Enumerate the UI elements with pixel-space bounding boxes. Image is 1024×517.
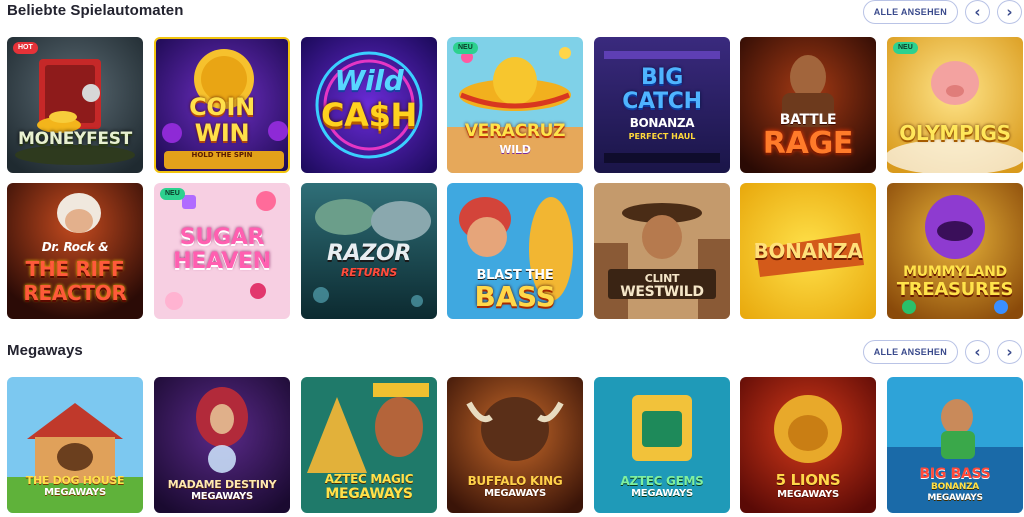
game-title-line1: MUMMYLAND <box>903 264 1007 280</box>
chevron-right-icon[interactable]: › <box>997 0 1022 24</box>
game-title-line1: BATTLE <box>779 112 837 128</box>
game-title-line3: BONANZA <box>629 116 695 130</box>
game-title-line2: TREASURES <box>896 279 1014 300</box>
game-title-line2: WESTWILD <box>620 284 704 300</box>
section-header-popular-slots: Beliebte Spielautomaten ALLE ANSEHEN ‹ › <box>0 0 1024 28</box>
game-title-line1: Dr. Rock & <box>41 240 109 254</box>
game-title-line2: WILD <box>499 143 531 156</box>
game-title: MONEYFEST <box>18 129 132 149</box>
game-title: OLYMPIGS <box>899 121 1011 145</box>
new-badge: NEU <box>893 42 918 54</box>
game-title-line2: MEGAWAYS <box>44 487 106 498</box>
game-title-line2: CATCH <box>622 89 702 114</box>
game-title-line1: Wild <box>334 64 404 97</box>
game-title-line1: RAZOR <box>326 241 412 266</box>
game-title-line1: CLINT <box>644 272 680 285</box>
game-tile-madame-destiny-megaways[interactable]: MADAME DESTINY MEGAWAYS <box>154 377 290 513</box>
new-badge: NEU <box>453 42 478 54</box>
game-title-line2: WIN <box>194 119 250 147</box>
game-tile-veracruz-wild[interactable]: VERACRUZ WILD NEU <box>447 37 583 173</box>
game-tile-wild-cash[interactable]: Wild CA$H <box>301 37 437 173</box>
game-subtitle: PERFECT HAUL <box>628 132 696 141</box>
game-tile-mummyland-treasures[interactable]: MUMMYLAND TREASURES <box>887 183 1023 319</box>
game-tile-buffalo-king-megaways[interactable]: BUFFALO KING MEGAWAYS <box>447 377 583 513</box>
game-tile-blast-the-bass[interactable]: BLAST THE BASS <box>447 183 583 319</box>
new-badge: NEU <box>160 188 185 200</box>
game-title-line1: COIN <box>189 93 255 121</box>
chevron-left-icon[interactable]: ‹ <box>965 0 990 24</box>
hot-badge: HOT <box>13 42 38 54</box>
game-title-line1: MADAME DESTINY <box>167 478 277 491</box>
game-tile-5-lions-megaways[interactable]: 5 LIONS MEGAWAYS <box>740 377 876 513</box>
game-title-line2: MEGAWAYS <box>191 491 253 502</box>
game-title-line3: MEGAWAYS <box>927 493 983 503</box>
game-title-line2: BONANZA <box>931 482 979 492</box>
game-title-line3: REACTOR <box>23 281 127 305</box>
game-title-line1: THE DOG HOUSE <box>25 474 125 487</box>
game-tile-coin-win[interactable]: COIN WIN HOLD THE SPIN <box>154 37 290 173</box>
game-tile-the-dog-house-megaways[interactable]: THE DOG HOUSE MEGAWAYS <box>7 377 143 513</box>
game-title-line2: THE RIFF <box>25 257 125 281</box>
game-title-line1: BUFFALO KING <box>467 474 563 488</box>
game-tile-moneyfest[interactable]: MONEYFEST HOT <box>7 37 143 173</box>
chevron-right-icon[interactable]: › <box>997 340 1022 364</box>
game-tile-big-catch-bonanza[interactable]: BIG CATCH BONANZA PERFECT HAUL <box>594 37 730 173</box>
game-title-line1: SUGAR <box>179 225 265 250</box>
game-subtitle: HOLD THE SPIN <box>191 151 253 159</box>
view-all-button[interactable]: ALLE ANSEHEN <box>862 340 958 364</box>
game-title-line2: MEGAWAYS <box>631 488 693 499</box>
game-tile-razor-returns[interactable]: RAZOR RETURNS <box>301 183 437 319</box>
game-tile-sugar-heaven[interactable]: SUGAR HEAVEN NEU <box>154 183 290 319</box>
game-title-line1: 5 LIONS <box>775 471 841 489</box>
game-title-line2: CA$H <box>320 96 418 134</box>
game-tile-aztec-gems-megaways[interactable]: AZTEC GEMS MEGAWAYS <box>594 377 730 513</box>
moneyfest-artwork <box>7 37 143 173</box>
game-title-line1: BIG BASS <box>919 466 991 482</box>
game-title-line2: BASS <box>474 280 556 313</box>
game-title-line2: MEGAWAYS <box>325 486 413 502</box>
game-tile-bonanza[interactable]: BONANZA <box>740 183 876 319</box>
game-title-line1: AZTEC MAGIC <box>324 472 414 486</box>
game-tile-olympigs[interactable]: OLYMPIGS NEU <box>887 37 1023 173</box>
game-title-line2: RAGE <box>762 126 854 161</box>
game-title: BONANZA <box>753 239 863 263</box>
game-title-line2: RETURNS <box>341 266 397 279</box>
game-title-line2: MEGAWAYS <box>777 489 839 500</box>
olympigs-artwork <box>887 37 1023 173</box>
game-title-line2: HEAVEN <box>173 249 271 274</box>
game-tile-big-bass-bonanza-megaways[interactable]: BIG BASS BONANZA MEGAWAYS <box>887 377 1023 513</box>
game-tile-battle-rage[interactable]: BATTLE RAGE <box>740 37 876 173</box>
section-header-megaways: Megaways ALLE ANSEHEN ‹ › <box>0 340 1024 368</box>
game-title-line1: BIG <box>640 65 684 90</box>
game-title-line1: VERACRUZ <box>464 121 566 141</box>
section-title: Megaways <box>7 342 83 359</box>
view-all-button[interactable]: ALLE ANSEHEN <box>862 0 958 24</box>
game-tile-clint-westwild[interactable]: CLINT WESTWILD <box>594 183 730 319</box>
game-title-line2: MEGAWAYS <box>484 488 546 499</box>
chevron-left-icon[interactable]: ‹ <box>965 340 990 364</box>
game-tile-aztec-magic-megaways[interactable]: AZTEC MAGIC MEGAWAYS <box>301 377 437 513</box>
section-title: Beliebte Spielautomaten <box>7 2 184 19</box>
game-title-line1: AZTEC GEMS <box>620 474 704 488</box>
game-tile-riff-reactor[interactable]: Dr. Rock & THE RIFF REACTOR <box>7 183 143 319</box>
